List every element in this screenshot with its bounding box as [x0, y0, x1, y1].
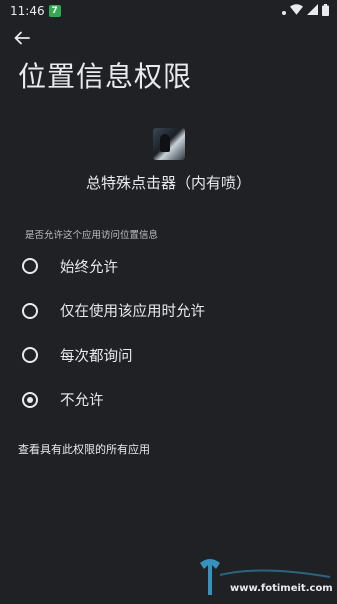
status-icons [282, 3, 329, 19]
wifi-icon [290, 4, 303, 18]
option-ask-every-time[interactable]: 每次都询问 [0, 333, 337, 378]
back-button[interactable] [10, 28, 34, 52]
option-label: 始终允许 [60, 259, 118, 276]
status-bar: 11:46 7 [0, 0, 337, 22]
arrow-back-icon [14, 30, 30, 50]
page-title: 位置信息权限 [18, 60, 193, 93]
status-time: 11:46 [10, 4, 45, 18]
radio-button-selected[interactable] [22, 391, 38, 408]
option-deny[interactable]: 不允许 [0, 378, 337, 423]
watermark-url: www.fotimeit.com [230, 583, 333, 594]
radio-button[interactable] [22, 302, 38, 319]
notification-app-icon: 7 [48, 5, 61, 17]
signal-icon [307, 4, 318, 18]
app-icon [152, 128, 185, 160]
battery-icon [322, 3, 329, 19]
radio-button[interactable] [22, 347, 38, 364]
option-label: 每次都询问 [60, 348, 133, 365]
app-header: 总特殊点击器（内有喷） [0, 128, 337, 193]
permission-options: 始终允许 仅在使用该应用时允许 每次都询问 不允许 [0, 244, 337, 422]
option-label: 不允许 [60, 393, 104, 410]
see-all-apps-link[interactable]: 查看具有此权限的所有应用 [18, 441, 150, 457]
app-name: 总特殊点击器（内有喷） [85, 174, 251, 192]
option-label: 仅在使用该应用时允许 [60, 304, 205, 321]
section-label: 是否允许这个应用访问位置信息 [25, 230, 159, 241]
radio-button[interactable] [22, 258, 38, 275]
option-always-allow[interactable]: 始终允许 [0, 244, 337, 289]
dot-icon [282, 4, 286, 18]
option-allow-while-using[interactable]: 仅在使用该应用时允许 [0, 289, 337, 334]
